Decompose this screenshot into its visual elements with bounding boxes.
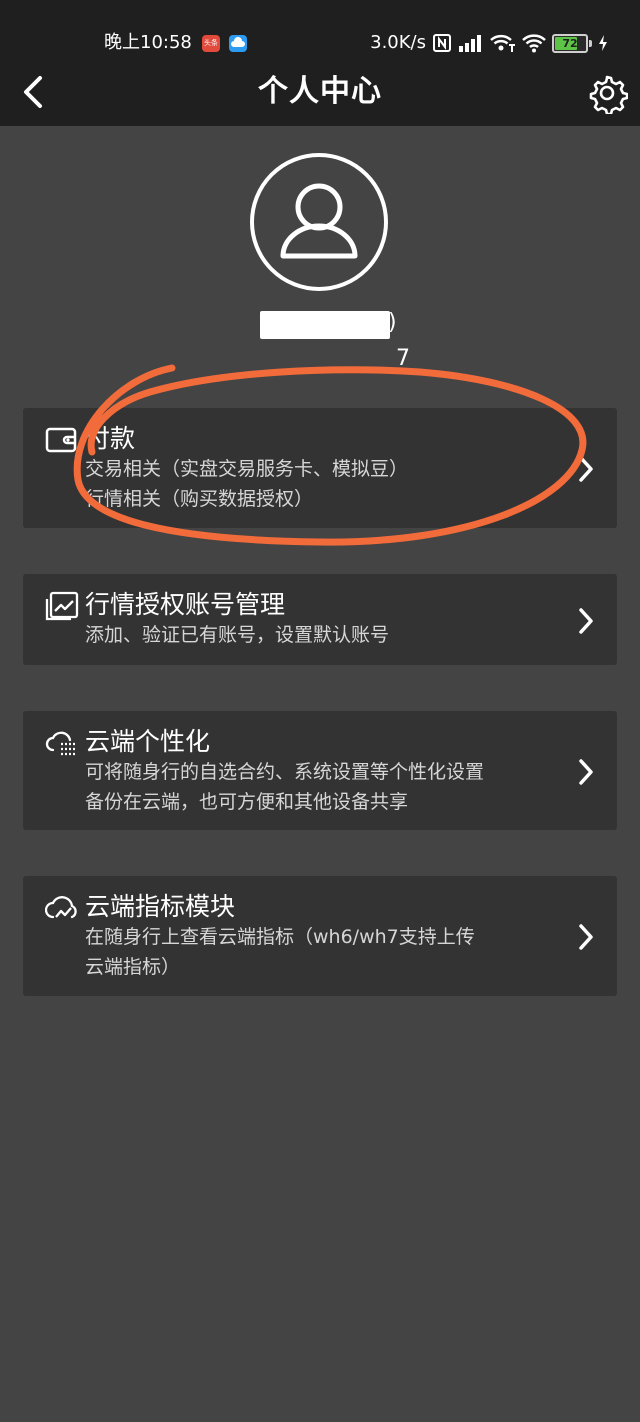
chevron-right-icon — [579, 608, 593, 634]
card-desc-line: 在随身行上查看云端指标（wh6/wh7支持上传 — [85, 926, 475, 948]
card-title: 行情授权账号管理 — [85, 590, 286, 619]
card-desc-line: 行情相关（购买数据授权） — [85, 488, 314, 510]
battery-level: 72 — [562, 36, 578, 50]
status-time: 晚上10:58 — [104, 32, 192, 53]
card-title: 付款 — [85, 424, 136, 453]
cloud-list-icon — [45, 731, 75, 756]
card-desc-line: 备份在云端，也可方便和其他设备共享 — [85, 791, 409, 813]
card-desc-line: 交易相关（实盘交易服务卡、模拟豆） — [85, 458, 409, 480]
card-quote-account[interactable]: 行情授权账号管理 添加、验证已有账号，设置默认账号 — [23, 574, 617, 665]
wallet-icon — [45, 427, 77, 453]
avatar[interactable] — [249, 152, 389, 292]
page-title: 个人中心 — [258, 74, 382, 109]
wifi-icon — [522, 34, 546, 53]
nav-bar: 个人中心 — [0, 58, 640, 126]
user-id-tail: 7 — [396, 346, 410, 371]
chevron-right-icon — [579, 759, 593, 785]
chart-window-icon — [45, 591, 79, 621]
charging-icon — [599, 35, 607, 51]
gear-icon — [589, 75, 629, 116]
chevron-right-icon — [579, 456, 593, 482]
status-bar: 晚上10:58 头条 3.0K/s 72 — [0, 0, 640, 58]
battery-tip — [589, 39, 592, 47]
card-cloud-indicator[interactable]: 云端指标模块 在随身行上查看云端指标（wh6/wh7支持上传 云端指标） — [23, 876, 617, 996]
card-desc-line: 可将随身行的自选合约、系统设置等个性化设置 — [85, 761, 485, 783]
settings-button[interactable] — [586, 72, 629, 116]
card-title: 云端个性化 — [85, 727, 211, 756]
card-desc-line: 云端指标） — [85, 956, 181, 978]
wifi-calling-icon — [490, 35, 515, 52]
battery-icon: 72 — [552, 33, 588, 53]
user-avatar-icon — [250, 153, 388, 291]
card-payment[interactable]: 付款 交易相关（实盘交易服务卡、模拟豆） 行情相关（购买数据授权） — [23, 408, 617, 528]
card-title: 云端指标模块 — [85, 892, 236, 921]
chevron-right-icon — [579, 924, 593, 950]
card-desc-line: 添加、验证已有账号，设置默认账号 — [85, 624, 390, 646]
card-cloud-personalization[interactable]: 云端个性化 可将随身行的自选合约、系统设置等个性化设置 备份在云端，也可方便和其… — [23, 711, 617, 830]
nfc-icon — [433, 34, 451, 52]
cloud-chart-icon — [45, 896, 77, 919]
network-speed: 3.0K/s — [370, 32, 426, 53]
user-name-tail: ) — [388, 310, 397, 335]
news-app-icon: 头条 — [202, 35, 220, 52]
user-name-redacted — [260, 311, 390, 339]
status-right-group: 3.0K/s 72 — [370, 32, 608, 54]
signal-icon — [459, 35, 481, 52]
cloud-app-icon — [229, 35, 247, 52]
